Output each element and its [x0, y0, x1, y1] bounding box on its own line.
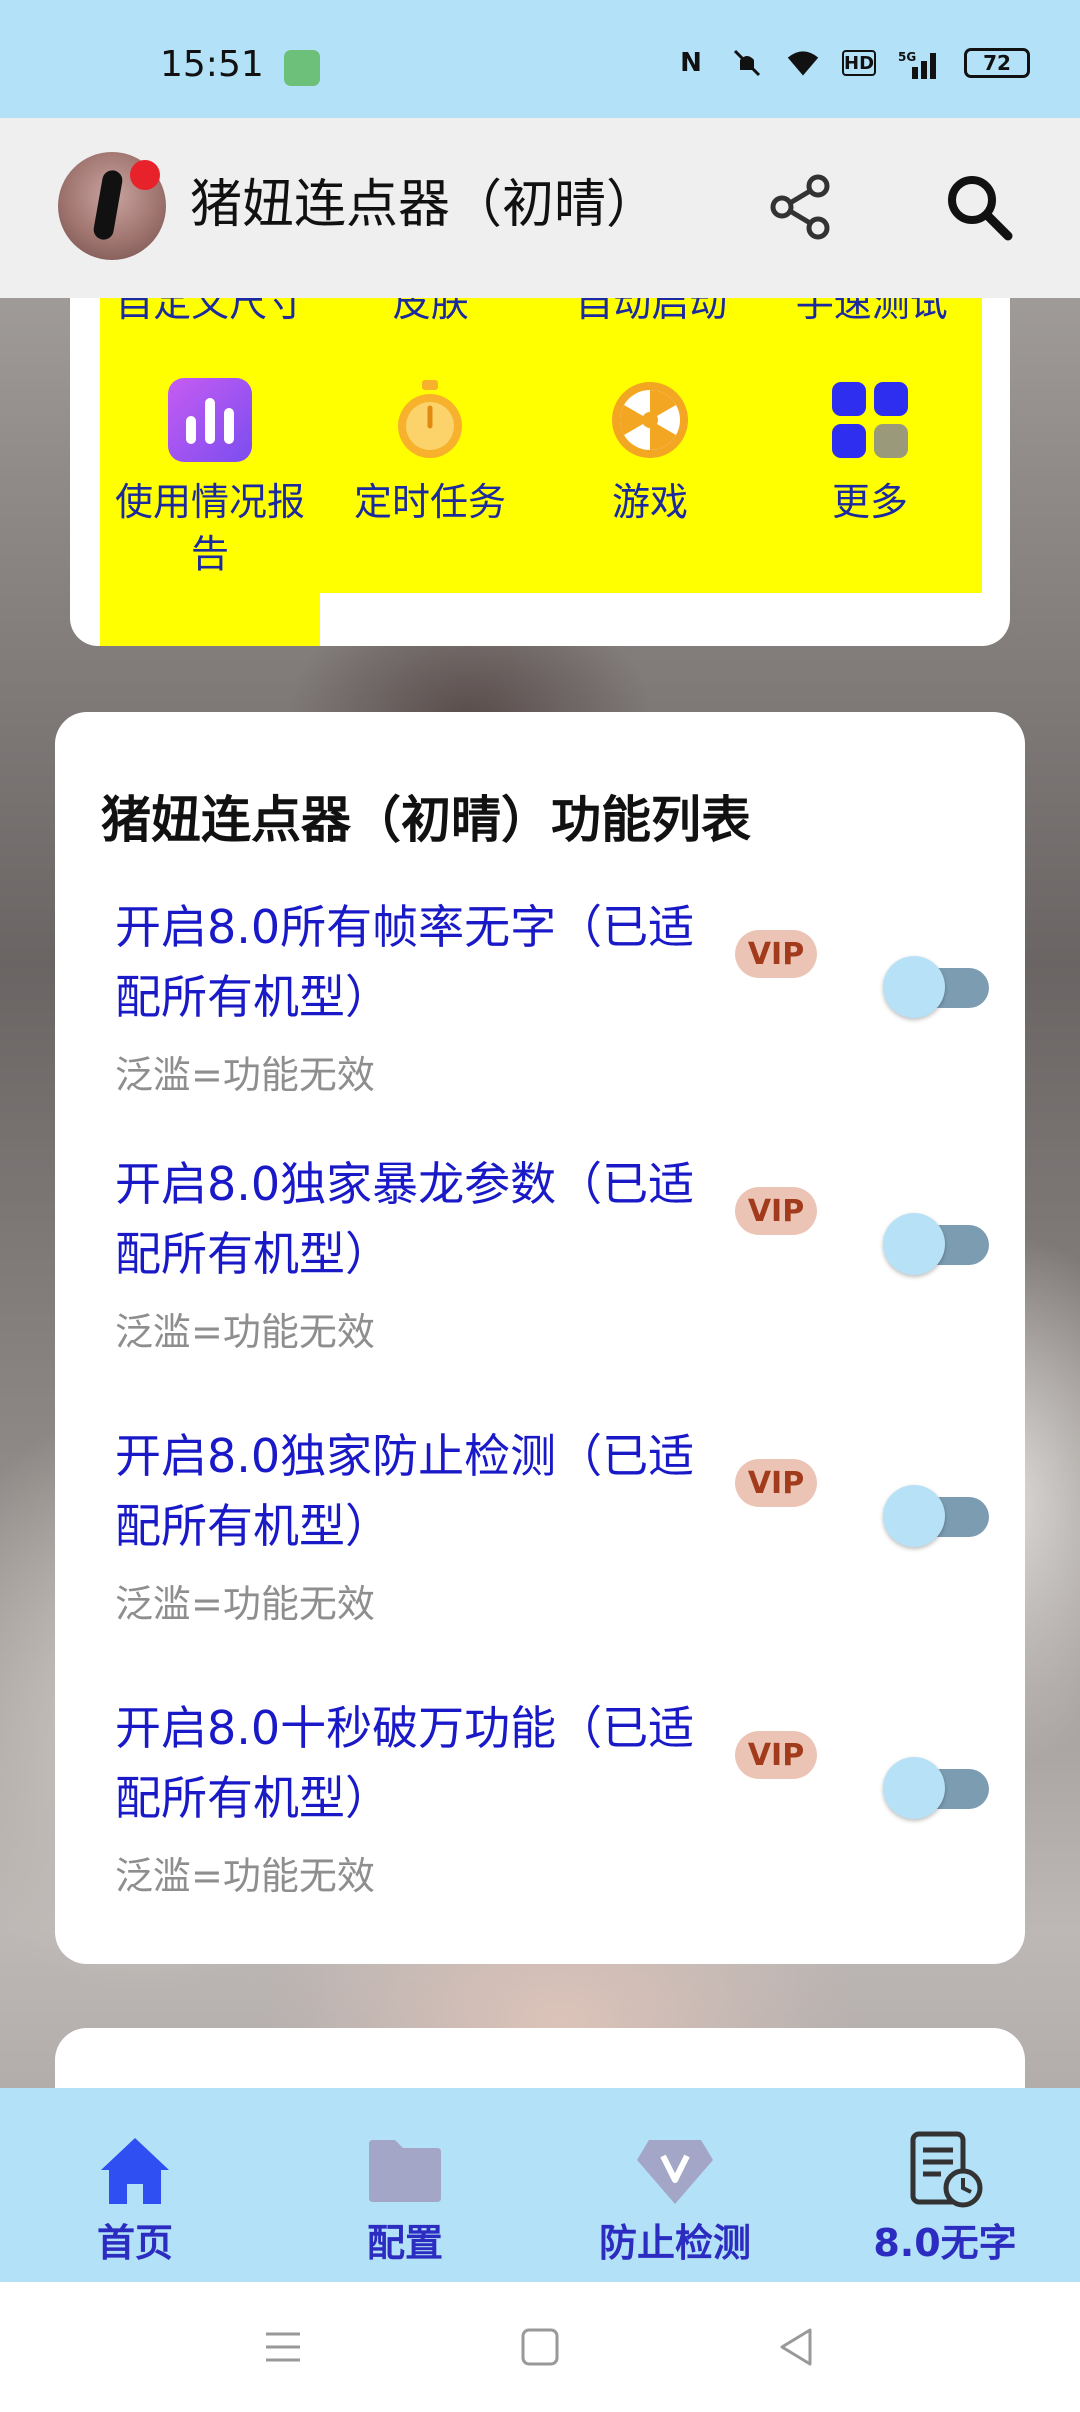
- shortcut-label: 使用情况报告: [114, 480, 305, 576]
- nav-home[interactable]: 首页: [0, 2088, 270, 2282]
- shortcut-row-partial: 自定义尺寸 皮肤 自动启动 手速测试: [100, 298, 983, 325]
- bar-chart-icon: [168, 378, 252, 462]
- shortcut-game[interactable]: 游戏: [540, 378, 760, 528]
- function-item: 开启8.0所有帧率无字（已适配所有机型） VIP 泛滥=功能无效: [115, 892, 995, 1132]
- status-icons: N HD 5G 72: [674, 46, 1030, 80]
- search-icon[interactable]: [944, 172, 1014, 242]
- notification-dot: [130, 160, 160, 190]
- grid-icon: [828, 378, 912, 462]
- status-time: 15:51: [160, 44, 264, 85]
- shortcut-label: 游戏: [611, 480, 688, 524]
- shortcut-label-autostart[interactable]: 自动启动: [541, 298, 762, 325]
- function-name: 开启8.0独家暴龙参数（已适配所有机型）: [115, 1157, 695, 1281]
- vip-badge: VIP: [735, 1459, 817, 1507]
- function-note: 泛滥=功能无效: [115, 1582, 375, 1626]
- stopwatch-icon: [388, 378, 472, 462]
- menu-icon[interactable]: [258, 2322, 308, 2372]
- android-notification-icon: [284, 50, 320, 86]
- shortcut-label-speed-test[interactable]: 手速测试: [762, 298, 983, 325]
- function-note: 泛滥=功能无效: [115, 1053, 375, 1097]
- shortcut-label-skin[interactable]: 皮肤: [321, 298, 542, 325]
- function-name: 开启8.0十秒破万功能（已适配所有机型）: [115, 1701, 695, 1825]
- function-item: 开启8.0独家暴龙参数（已适配所有机型） VIP 泛滥=功能无效: [115, 1149, 995, 1389]
- nav-no-text[interactable]: 8.0无字: [810, 2088, 1080, 2282]
- shortcut-label-custom-size[interactable]: 自定义尺寸: [100, 298, 321, 325]
- nav-label: 首页: [96, 2221, 173, 2265]
- function-toggle[interactable]: [883, 1211, 993, 1277]
- svg-text:5G: 5G: [898, 50, 916, 64]
- diamond-v-icon: [635, 2130, 715, 2210]
- mute-icon: [730, 46, 764, 80]
- function-name: 开启8.0所有帧率无字（已适配所有机型）: [115, 900, 695, 1024]
- nav-label: 配置: [366, 2221, 443, 2265]
- system-navigation-bar: [0, 2282, 1080, 2412]
- function-item: 开启8.0独家防止检测（已适配所有机型） VIP 泛滥=功能无效: [115, 1421, 995, 1661]
- document-clock-icon: [905, 2130, 985, 2210]
- hd-icon: HD: [842, 50, 876, 76]
- folder-icon: [365, 2130, 445, 2210]
- share-icon[interactable]: [768, 174, 834, 240]
- bottom-navigation: 首页 配置 防止检测 8.0无字: [0, 2088, 1080, 2282]
- nav-label: 8.0无字: [873, 2221, 1017, 2265]
- function-toggle[interactable]: [883, 1483, 993, 1549]
- shortcut-grid-tail: [100, 593, 320, 646]
- nfc-icon: N: [680, 48, 702, 78]
- shortcut-card: 自定义尺寸 皮肤 自动启动 手速测试 使用情况报告 定时任务 游戏 更多: [70, 298, 1010, 646]
- wifi-icon: [786, 46, 820, 80]
- function-name: 开启8.0独家防止检测（已适配所有机型）: [115, 1429, 695, 1553]
- shortcut-label: 定时任务: [353, 480, 506, 524]
- function-toggle[interactable]: [883, 1755, 993, 1821]
- signal-icon: 5G: [898, 46, 942, 80]
- function-item: 开启8.0十秒破万功能（已适配所有机型） VIP 泛滥=功能无效: [115, 1693, 995, 1933]
- function-note: 泛滥=功能无效: [115, 1854, 375, 1898]
- nav-config[interactable]: 配置: [270, 2088, 540, 2282]
- home-icon: [95, 2130, 175, 2210]
- back-triangle-icon[interactable]: [772, 2322, 822, 2372]
- nav-label: 防止检测: [598, 2221, 751, 2265]
- shortcut-usage-report[interactable]: 使用情况报告: [100, 378, 320, 580]
- function-toggle[interactable]: [883, 954, 993, 1020]
- app-bar: 猪妞连点器（初晴）: [0, 118, 1080, 298]
- function-list-title: 猪妞连点器（初晴）功能列表: [101, 791, 751, 849]
- wheel-icon: [608, 378, 692, 462]
- vip-badge: VIP: [735, 930, 817, 978]
- shortcut-timed-task[interactable]: 定时任务: [320, 378, 540, 528]
- battery-indicator: 72: [964, 48, 1030, 78]
- vip-badge: VIP: [735, 1187, 817, 1235]
- nav-anti-detect[interactable]: 防止检测: [540, 2088, 810, 2282]
- status-bar: 15:51 N HD 5G 72: [0, 0, 1080, 118]
- function-list-card: 猪妞连点器（初晴）功能列表 开启8.0所有帧率无字（已适配所有机型） VIP 泛…: [55, 712, 1025, 1964]
- app-title: 猪妞连点器（初晴）: [190, 175, 659, 235]
- vip-badge: VIP: [735, 1731, 817, 1779]
- home-square-icon[interactable]: [515, 2322, 565, 2372]
- shortcut-more[interactable]: 更多: [760, 378, 980, 528]
- shortcut-label: 更多: [831, 480, 908, 524]
- function-note: 泛滥=功能无效: [115, 1310, 375, 1354]
